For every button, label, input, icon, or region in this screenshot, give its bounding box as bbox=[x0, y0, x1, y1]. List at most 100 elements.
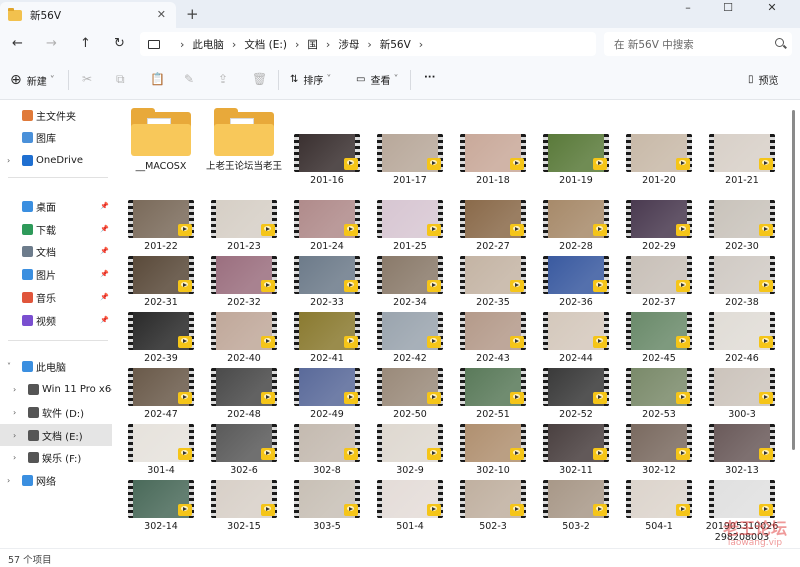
sidebar-item[interactable]: ˅ 此电脑 bbox=[0, 355, 112, 377]
sidebar-item[interactable]: › 文档 (E:) bbox=[0, 424, 112, 446]
video-file-item[interactable]: 202-39 bbox=[120, 312, 202, 364]
share-icon[interactable]: ⇪ bbox=[218, 72, 228, 86]
tab-current[interactable]: 新56V ✕ bbox=[0, 2, 176, 28]
video-file-item[interactable]: 202-48 bbox=[203, 368, 285, 420]
sidebar-item[interactable]: 桌面 📌 bbox=[0, 195, 112, 217]
pin-icon[interactable]: 📌 bbox=[100, 316, 109, 324]
back-button[interactable]: ← bbox=[12, 36, 23, 51]
close-window-button[interactable]: ✕ bbox=[752, 0, 792, 16]
video-file-item[interactable]: 201-23 bbox=[203, 200, 285, 252]
breadcrumb-item[interactable]: 新56V bbox=[380, 37, 411, 52]
chevron-right-icon[interactable]: › bbox=[13, 408, 16, 417]
sidebar-item[interactable]: 文档 📌 bbox=[0, 240, 112, 262]
sort-button[interactable]: ⇅ 排序 ˅ bbox=[290, 72, 331, 87]
folder-item[interactable]: 上老王论坛当老王 bbox=[203, 108, 285, 172]
breadcrumb-chevron-icon[interactable]: › bbox=[295, 38, 299, 51]
minimize-button[interactable]: – bbox=[668, 0, 708, 16]
sidebar-item[interactable]: › 娱乐 (F:) bbox=[0, 446, 112, 468]
video-file-item[interactable]: 202-53 bbox=[618, 368, 700, 420]
video-file-item[interactable]: 202-44 bbox=[535, 312, 617, 364]
breadcrumb-item[interactable]: 国 bbox=[307, 37, 318, 52]
forward-button[interactable]: → bbox=[46, 36, 57, 51]
breadcrumb-chevron-icon[interactable]: › bbox=[232, 38, 236, 51]
video-file-item[interactable]: 202-49 bbox=[286, 368, 368, 420]
cut-icon[interactable]: ✂ bbox=[82, 72, 92, 86]
video-file-item[interactable]: 201-16 bbox=[286, 134, 368, 186]
video-file-item[interactable]: 202-43 bbox=[452, 312, 534, 364]
video-file-item[interactable]: 202-47 bbox=[120, 368, 202, 420]
video-file-item[interactable]: 302-8 bbox=[286, 424, 368, 476]
video-file-item[interactable]: 302-11 bbox=[535, 424, 617, 476]
video-file-item[interactable]: 301-4 bbox=[120, 424, 202, 476]
video-file-item[interactable]: 202-45 bbox=[618, 312, 700, 364]
pin-icon[interactable]: 📌 bbox=[100, 247, 109, 255]
view-button[interactable]: ▭ 查看 ˅ bbox=[356, 72, 398, 87]
video-file-item[interactable]: 202-31 bbox=[120, 256, 202, 308]
video-file-item[interactable]: 202-33 bbox=[286, 256, 368, 308]
video-file-item[interactable]: 202-51 bbox=[452, 368, 534, 420]
refresh-button[interactable]: ↻ bbox=[114, 36, 125, 51]
breadcrumb-chevron-icon[interactable]: › bbox=[419, 38, 423, 51]
video-file-item[interactable]: 202-42 bbox=[369, 312, 451, 364]
new-tab-button[interactable]: + bbox=[186, 5, 199, 23]
video-file-item[interactable]: 202-41 bbox=[286, 312, 368, 364]
video-file-item[interactable]: 302-10 bbox=[452, 424, 534, 476]
video-file-item[interactable]: 302-13 bbox=[701, 424, 783, 476]
video-file-item[interactable]: 202-27 bbox=[452, 200, 534, 252]
paste-icon[interactable]: 📋 bbox=[150, 72, 165, 86]
video-file-item[interactable]: 202-37 bbox=[618, 256, 700, 308]
video-file-item[interactable]: 201-19 bbox=[535, 134, 617, 186]
chevron-right-icon[interactable]: › bbox=[7, 476, 10, 485]
video-file-item[interactable]: 302-14 bbox=[120, 480, 202, 532]
video-file-item[interactable]: 202-32 bbox=[203, 256, 285, 308]
sidebar-item[interactable]: › 网络 bbox=[0, 469, 112, 491]
new-button[interactable]: ⊕ 新建 ˅ bbox=[10, 72, 55, 88]
video-file-item[interactable]: 201-24 bbox=[286, 200, 368, 252]
sidebar-item[interactable]: 图片 📌 bbox=[0, 263, 112, 285]
video-file-item[interactable]: 202-36 bbox=[535, 256, 617, 308]
video-file-item[interactable]: 302-6 bbox=[203, 424, 285, 476]
video-file-item[interactable]: 202-28 bbox=[535, 200, 617, 252]
up-button[interactable]: ↑ bbox=[80, 36, 91, 51]
video-file-item[interactable]: 202-35 bbox=[452, 256, 534, 308]
video-file-item[interactable]: 503-2 bbox=[535, 480, 617, 532]
video-file-item[interactable]: 302-15 bbox=[203, 480, 285, 532]
video-file-item[interactable]: 302-9 bbox=[369, 424, 451, 476]
video-file-item[interactable]: 202-29 bbox=[618, 200, 700, 252]
sidebar-item[interactable]: › OneDrive bbox=[0, 149, 112, 171]
maximize-button[interactable]: ☐ bbox=[708, 0, 748, 16]
video-file-item[interactable]: 201-21 bbox=[701, 134, 783, 186]
sidebar-item[interactable]: › 软件 (D:) bbox=[0, 401, 112, 423]
sidebar-item[interactable]: 视频 📌 bbox=[0, 309, 112, 331]
sidebar-item[interactable]: › Win 11 Pro x64 bbox=[0, 378, 118, 400]
breadcrumb-item[interactable]: 此电脑 bbox=[192, 37, 224, 52]
breadcrumb-chevron-icon[interactable]: › bbox=[326, 38, 330, 51]
pin-icon[interactable]: 📌 bbox=[100, 225, 109, 233]
folder-item[interactable]: __MACOSX bbox=[120, 108, 202, 172]
video-file-item[interactable]: 202-30 bbox=[701, 200, 783, 252]
video-file-item[interactable]: 202-50 bbox=[369, 368, 451, 420]
video-file-item[interactable]: 501-4 bbox=[369, 480, 451, 532]
pin-icon[interactable]: 📌 bbox=[100, 270, 109, 278]
sidebar-item[interactable]: 下载 📌 bbox=[0, 218, 112, 240]
breadcrumb-item[interactable]: 文档 (E:) bbox=[244, 37, 287, 52]
video-file-item[interactable]: 202-34 bbox=[369, 256, 451, 308]
sidebar-item[interactable]: 主文件夹 bbox=[0, 104, 112, 126]
preview-button[interactable]: ▯ 预览 bbox=[748, 72, 779, 87]
video-file-item[interactable]: 201-25 bbox=[369, 200, 451, 252]
rename-icon[interactable]: ✎ bbox=[184, 72, 194, 86]
chevron-right-icon[interactable]: › bbox=[7, 156, 10, 165]
more-options-button[interactable]: ··· bbox=[424, 72, 435, 83]
video-file-item[interactable]: 201-22 bbox=[120, 200, 202, 252]
video-file-item[interactable]: 504-1 bbox=[618, 480, 700, 532]
chevron-down-icon[interactable]: ˅ bbox=[7, 362, 11, 371]
pin-icon[interactable]: 📌 bbox=[100, 202, 109, 210]
chevron-right-icon[interactable]: › bbox=[13, 385, 16, 394]
chevron-right-icon[interactable]: › bbox=[13, 453, 16, 462]
tab-close-icon[interactable]: ✕ bbox=[157, 8, 166, 21]
video-file-item[interactable]: 201-20 bbox=[618, 134, 700, 186]
video-file-item[interactable]: 201-18 bbox=[452, 134, 534, 186]
video-file-item[interactable]: 202-40 bbox=[203, 312, 285, 364]
breadcrumb-chevron-icon[interactable]: › bbox=[367, 38, 371, 51]
video-file-item[interactable]: 502-3 bbox=[452, 480, 534, 532]
